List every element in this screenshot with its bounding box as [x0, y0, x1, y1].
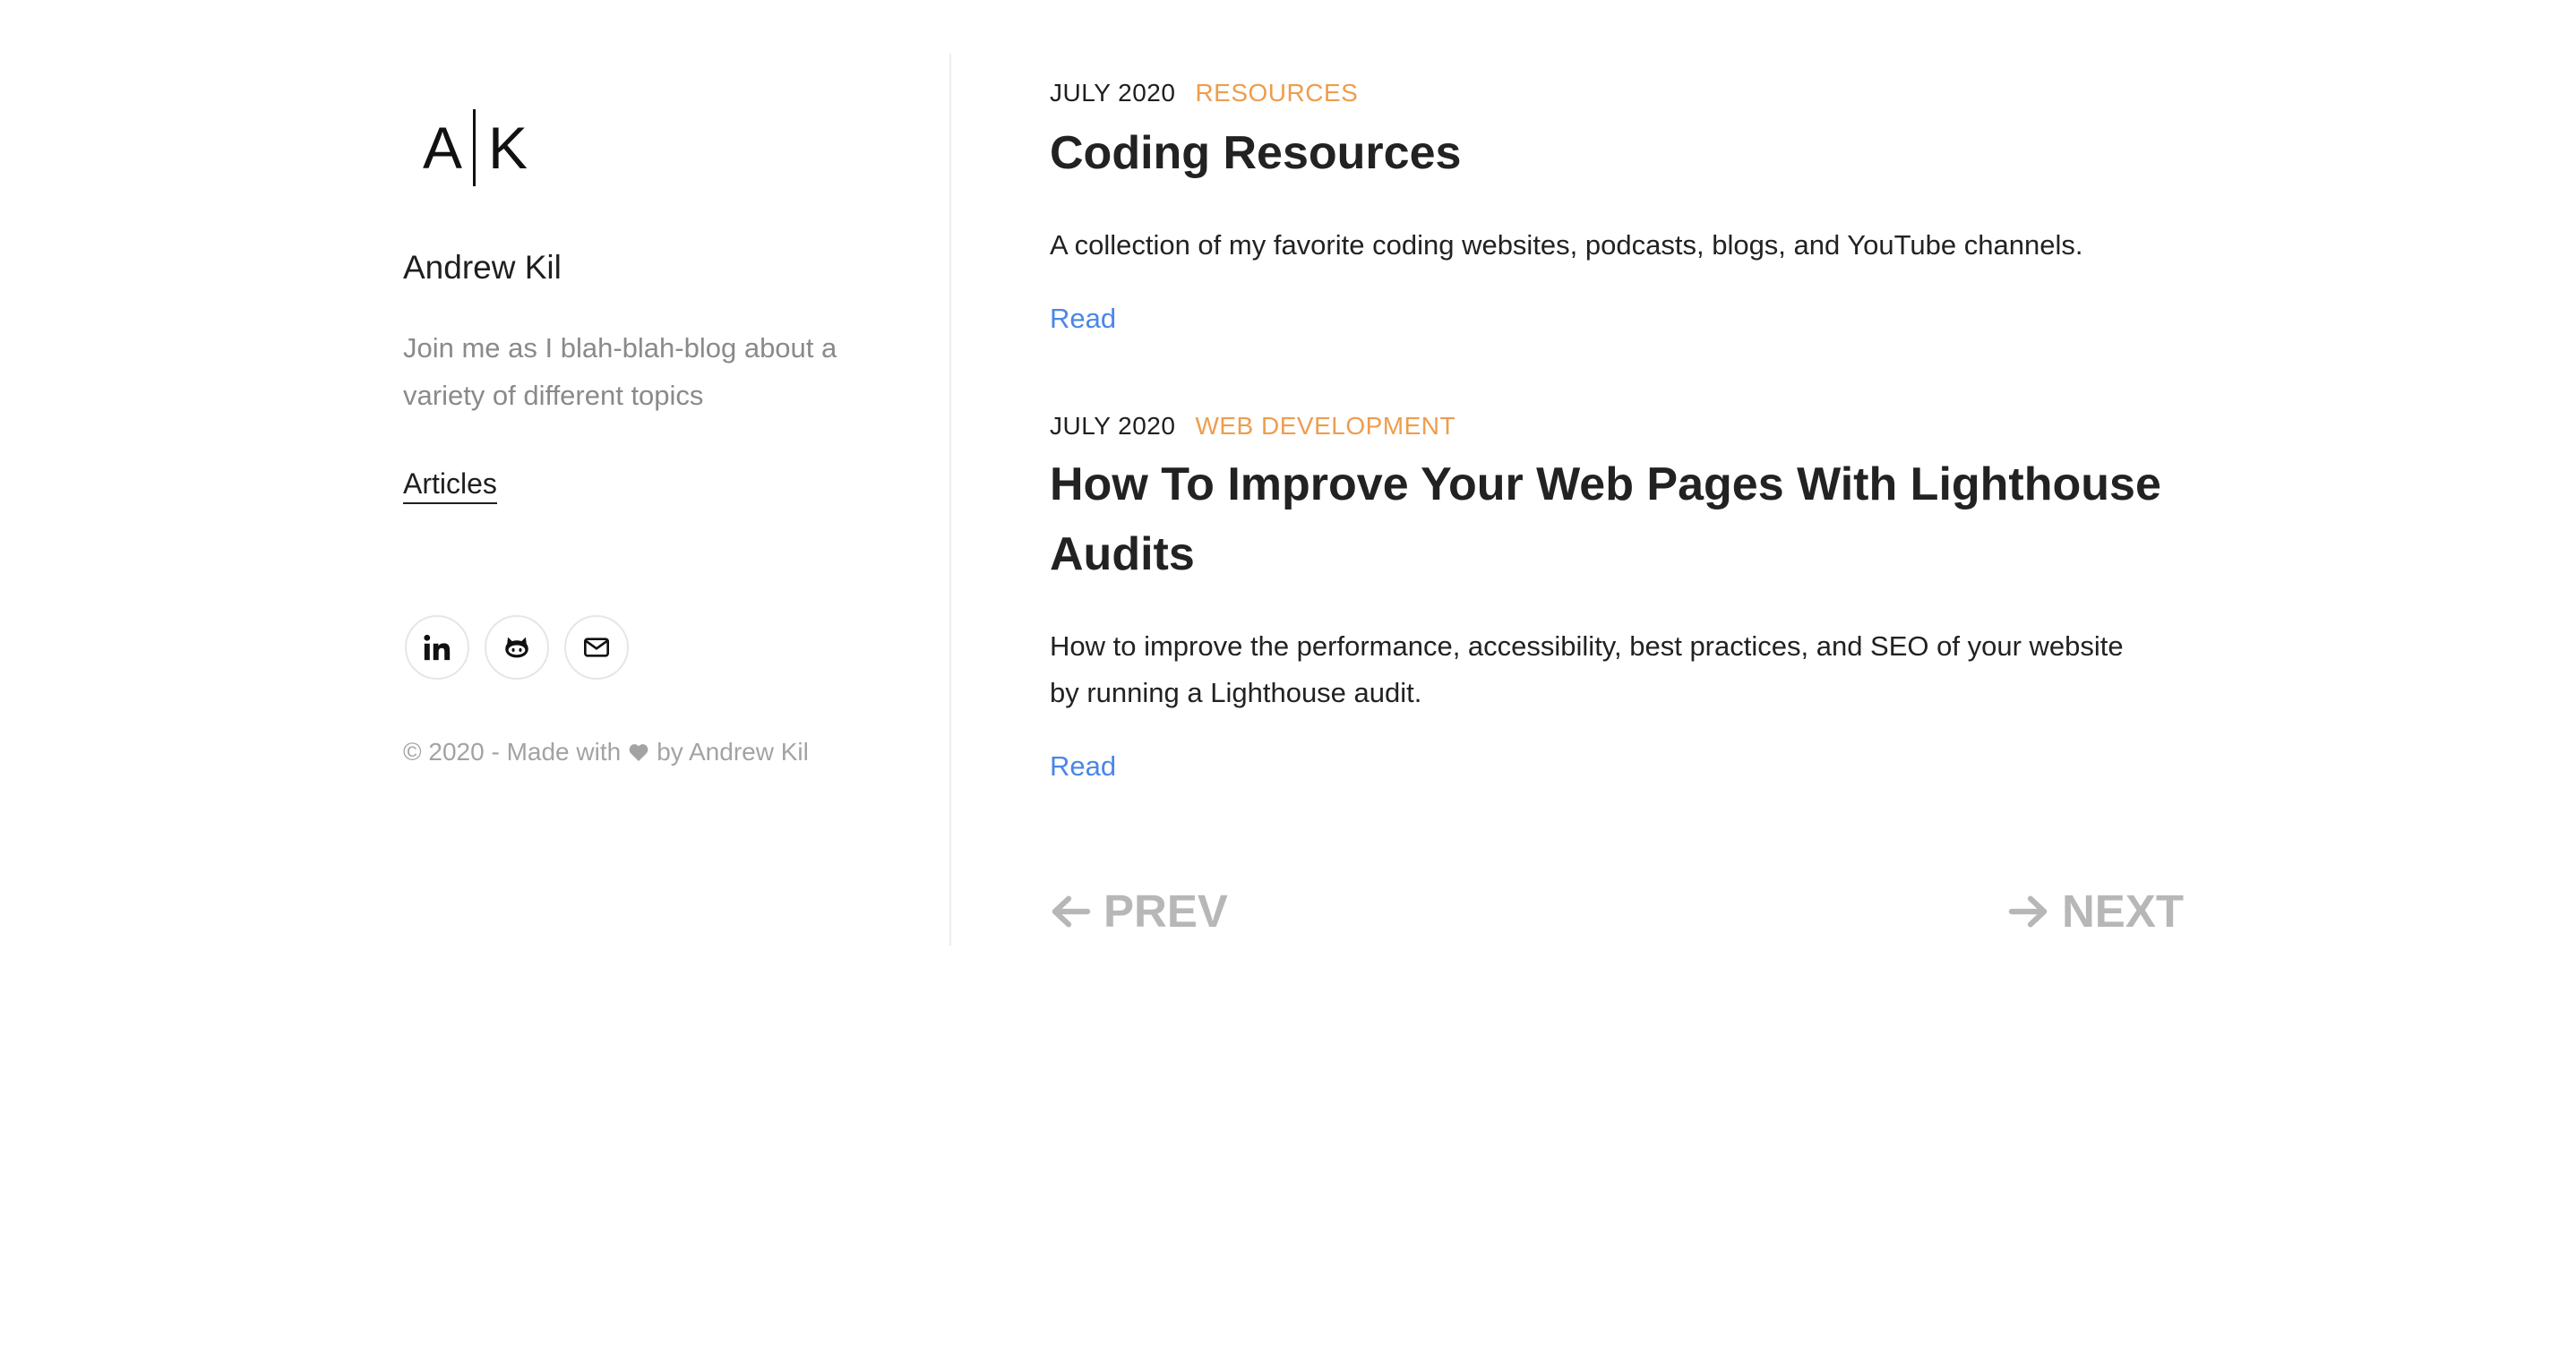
- sidebar: A K Andrew Kil Join me as I blah-blah-bl…: [403, 54, 951, 946]
- post-title[interactable]: How To Improve Your Web Pages With Light…: [1050, 450, 2184, 589]
- prev-button[interactable]: PREV: [1050, 885, 1228, 938]
- copyright: © 2020 - Made with by Andrew Kil: [403, 738, 809, 766]
- read-link[interactable]: Read: [1050, 303, 1116, 334]
- post-meta: JULY 2020 WEB DEVELOPMENT: [1050, 412, 2184, 441]
- pagination: PREV NEXT: [1050, 885, 2184, 947]
- copyright-text-start: © 2020 - Made with: [403, 738, 622, 766]
- site-description: Join me as I blah-blah-blog about a vari…: [403, 332, 837, 411]
- prev-label: PREV: [1103, 886, 1228, 937]
- next-label: NEXT: [2061, 886, 2184, 937]
- post-date: JULY 2020: [1050, 79, 1176, 107]
- social-links: [405, 615, 629, 680]
- post-card: JULY 2020 WEB DEVELOPMENT How To Improve…: [1050, 412, 2184, 783]
- github-button[interactable]: [485, 615, 549, 680]
- linkedin-button[interactable]: [405, 615, 469, 680]
- arrow-right-icon: [2008, 895, 2048, 927]
- email-button[interactable]: [564, 615, 629, 680]
- post-date: JULY 2020: [1050, 412, 1176, 440]
- next-button[interactable]: NEXT: [2008, 885, 2184, 938]
- site-logo[interactable]: A K: [423, 103, 539, 193]
- post-excerpt: How to improve the performance, accessib…: [1050, 630, 2124, 708]
- post-card: JULY 2020 RESOURCES Coding Resources A c…: [1050, 79, 2184, 335]
- logo-divider: [473, 109, 477, 186]
- read-link[interactable]: Read: [1050, 750, 1116, 782]
- email-icon: [584, 638, 609, 657]
- post-title[interactable]: Coding Resources: [1050, 118, 2184, 188]
- logo-letter-k: K: [488, 115, 528, 181]
- post-excerpt: A collection of my favorite coding websi…: [1050, 229, 2083, 261]
- arrow-left-icon: [1052, 895, 1091, 927]
- heart-icon: [628, 742, 649, 762]
- post-category-link[interactable]: RESOURCES: [1195, 79, 1358, 107]
- site-name[interactable]: Andrew Kil: [403, 249, 562, 287]
- nav-articles-link[interactable]: Articles: [403, 467, 497, 504]
- linkedin-icon: [424, 634, 451, 661]
- post-category-link[interactable]: WEB DEVELOPMENT: [1195, 412, 1455, 441]
- github-icon: [505, 637, 528, 658]
- logo-letter-a: A: [423, 115, 463, 181]
- copyright-text-end: by Andrew Kil: [657, 738, 809, 766]
- post-meta: JULY 2020 RESOURCES: [1050, 79, 2184, 107]
